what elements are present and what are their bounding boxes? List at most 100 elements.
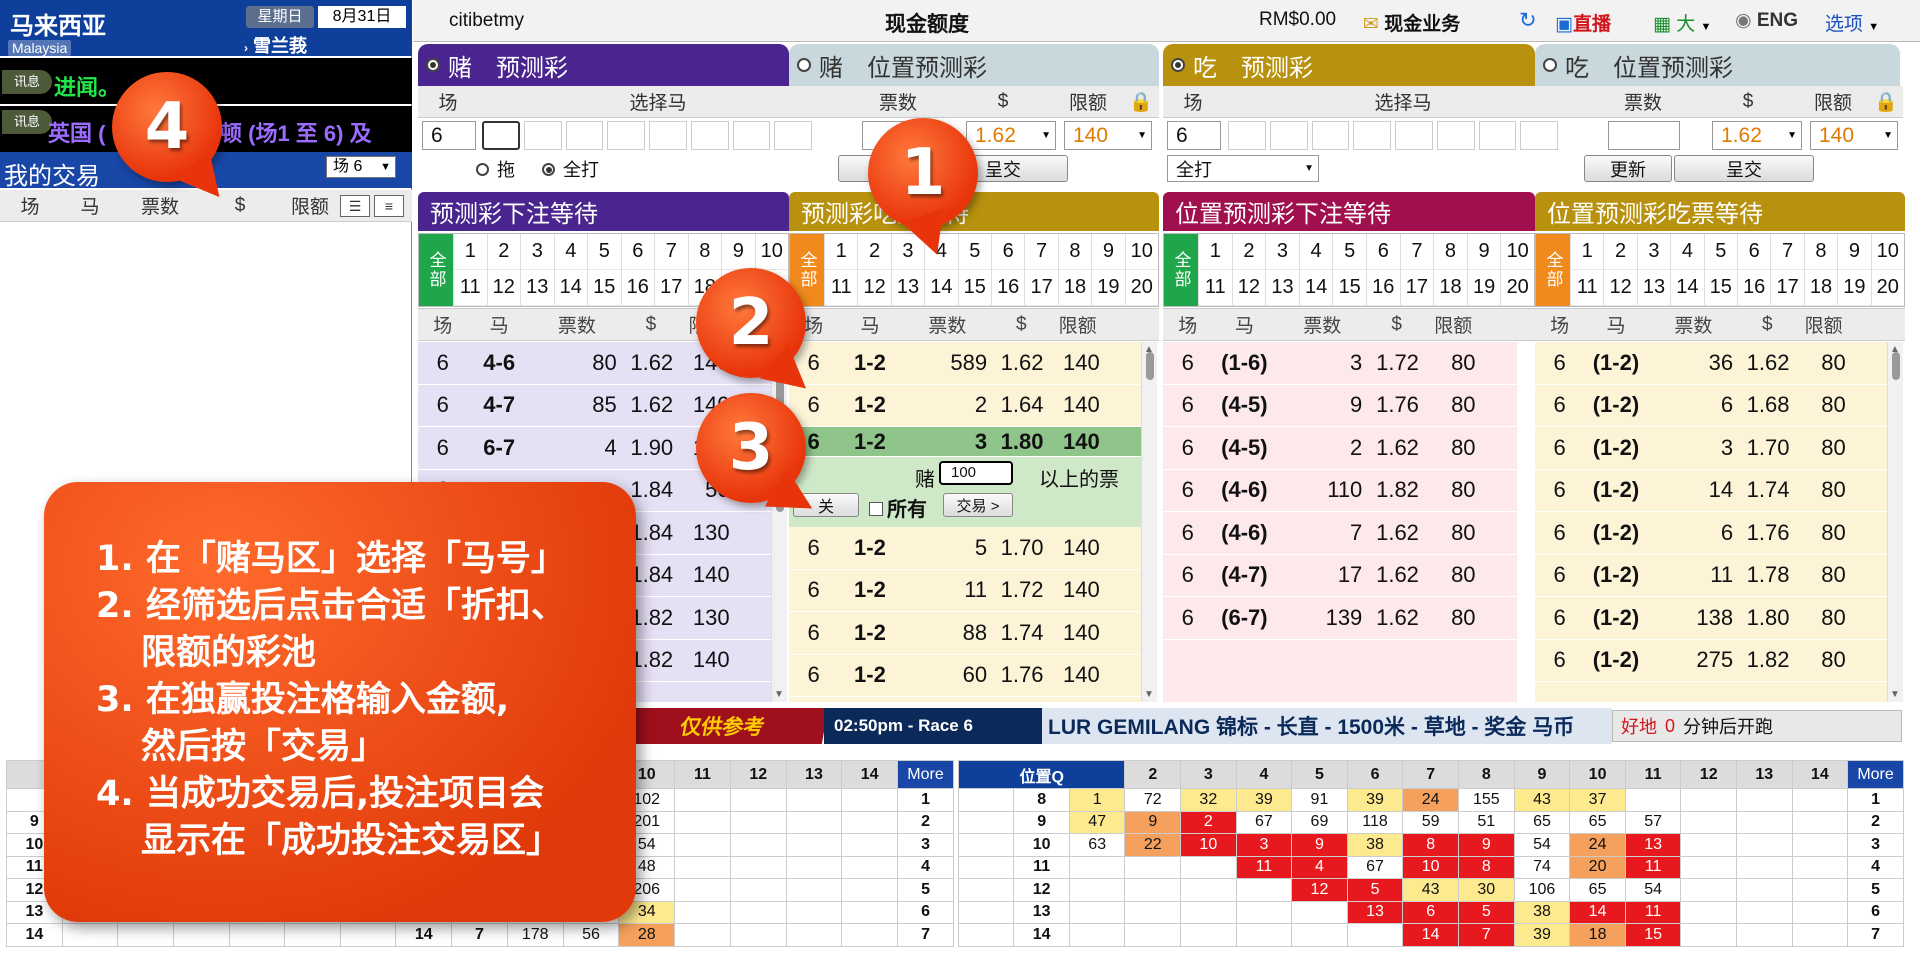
matrix-cell[interactable]: 22 xyxy=(1124,833,1182,857)
matrix-cell[interactable] xyxy=(1068,855,1126,879)
matrix-cell[interactable]: 65 xyxy=(1569,810,1626,834)
matrix-cell[interactable] xyxy=(729,833,787,857)
filter-number-10[interactable]: 10 xyxy=(754,234,788,270)
lock-icon[interactable]: 🔒 xyxy=(1873,90,1899,114)
table-row[interactable]: 6 1-2 11 1.72 140 xyxy=(789,570,1141,612)
matrix-cell[interactable]: 2 xyxy=(1180,810,1237,834)
chevron-down-icon[interactable]: ▼ xyxy=(1890,689,1900,700)
matrix-cell[interactable]: 178 xyxy=(506,923,564,947)
matrix-cell[interactable]: 67 xyxy=(1235,810,1293,834)
filter-number-1[interactable]: 1 xyxy=(824,234,858,270)
matrix-cell[interactable]: 43 xyxy=(1402,878,1459,902)
matrix-cell[interactable]: 28 xyxy=(618,923,676,947)
live-button[interactable]: ▣直播 xyxy=(1555,9,1611,36)
table-row[interactable]: 6 (1-2) 14 1.74 80 xyxy=(1535,470,1887,512)
filter-number-8[interactable]: 8 xyxy=(1803,234,1838,270)
matrix-cell[interactable] xyxy=(785,878,843,902)
filter-all-button[interactable]: 全部 xyxy=(1536,234,1570,306)
matrix-cell[interactable]: 91 xyxy=(1291,788,1348,812)
filter-number-18[interactable]: 18 xyxy=(1057,270,1092,306)
matrix-cell[interactable]: 8 xyxy=(1457,855,1515,879)
matrix-cell[interactable] xyxy=(1291,900,1348,924)
matrix-cell[interactable] xyxy=(841,810,899,834)
matrix-cell[interactable]: 4 xyxy=(1291,855,1348,879)
matrix-cell[interactable]: 72 xyxy=(1124,788,1182,812)
tab-bet-forecast[interactable]: 赌 预测彩 xyxy=(418,44,789,86)
matrix-cell[interactable] xyxy=(1791,855,1849,879)
matrix-cell[interactable] xyxy=(729,923,787,947)
quick-trade-amount-input[interactable]: 100 xyxy=(939,461,1013,485)
matrix-cell[interactable]: 11 xyxy=(1235,855,1293,879)
matrix-cell[interactable] xyxy=(1680,810,1737,834)
table-row[interactable]: 6 1-2 589 1.62 140 xyxy=(789,342,1141,385)
horse-slot[interactable] xyxy=(523,121,562,150)
horse-slot[interactable] xyxy=(565,121,604,150)
table-row[interactable]: 6 (1-2) 138 1.80 80 xyxy=(1535,597,1887,640)
horse-slot[interactable] xyxy=(1436,121,1475,150)
eat-update-button[interactable]: 更新 xyxy=(1584,155,1672,182)
matrix-cell[interactable]: 10 xyxy=(1180,833,1237,857)
matrix-cell[interactable] xyxy=(674,788,731,812)
matrix-cell[interactable] xyxy=(1180,878,1237,902)
matrix-cell[interactable]: 10 xyxy=(1402,855,1459,879)
filter-number-7[interactable]: 7 xyxy=(654,234,688,270)
matrix-cell[interactable] xyxy=(841,923,899,947)
matrix-cell[interactable] xyxy=(1624,788,1682,812)
filter-number-5[interactable]: 5 xyxy=(587,234,621,270)
matrix-cell[interactable] xyxy=(785,855,843,879)
filter-number-14[interactable]: 14 xyxy=(553,270,587,306)
filter-number-1[interactable]: 1 xyxy=(1198,234,1232,270)
matrix-cell[interactable] xyxy=(674,833,731,857)
matrix-cell[interactable] xyxy=(1235,900,1293,924)
filter-number-16[interactable]: 16 xyxy=(1365,270,1400,306)
horse-slot[interactable] xyxy=(774,121,813,150)
matrix-cell[interactable] xyxy=(674,923,731,947)
filter-number-13[interactable]: 13 xyxy=(520,270,554,306)
matrix-cell[interactable] xyxy=(1735,900,1793,924)
horse-slot[interactable] xyxy=(1228,121,1266,150)
eat-price-select[interactable]: 1.62 ▼ xyxy=(1712,121,1802,150)
matrix-cell[interactable] xyxy=(1791,900,1849,924)
matrix-cell[interactable] xyxy=(841,855,899,879)
filter-number-20[interactable]: 20 xyxy=(1870,270,1904,306)
matrix-cell[interactable]: 7 xyxy=(1457,923,1515,947)
filter-number-9[interactable]: 9 xyxy=(1837,234,1871,270)
matrix-cell[interactable]: 11 xyxy=(1624,900,1682,924)
filter-number-16[interactable]: 16 xyxy=(620,270,654,306)
table-row[interactable]: 6 1-2 5 1.70 140 xyxy=(789,527,1141,570)
matrix-cell[interactable] xyxy=(339,923,397,947)
matrix-cell[interactable] xyxy=(1291,923,1348,947)
chevron-up-icon[interactable]: ▲ xyxy=(1890,344,1900,355)
matrix-cell[interactable] xyxy=(1124,923,1182,947)
scrollbar-thumb[interactable] xyxy=(1146,352,1154,380)
more-button[interactable]: More xyxy=(897,760,954,789)
matrix-cell[interactable]: 1 xyxy=(1068,788,1126,812)
matrix-cell[interactable] xyxy=(1791,788,1849,812)
filter-number-15[interactable]: 15 xyxy=(587,270,621,306)
matrix-cell[interactable] xyxy=(729,900,787,924)
matrix-cell[interactable] xyxy=(1180,855,1237,879)
matrix-cell[interactable]: 54 xyxy=(1513,833,1571,857)
matrix-cell[interactable]: 3 xyxy=(1235,833,1293,857)
matrix-cell[interactable] xyxy=(1124,855,1182,879)
matrix-cell[interactable] xyxy=(674,900,731,924)
matrix-cell[interactable] xyxy=(729,855,787,879)
matrix-cell[interactable] xyxy=(841,878,899,902)
matrix-cell[interactable]: 118 xyxy=(1346,810,1404,834)
matrix-cell[interactable]: 9 xyxy=(1291,833,1348,857)
matrix-cell[interactable]: 13 xyxy=(1624,833,1682,857)
matrix-cell[interactable] xyxy=(1068,900,1126,924)
horse-slot[interactable] xyxy=(1269,121,1308,150)
filter-number-9[interactable]: 9 xyxy=(1091,234,1125,270)
tab-eat-place[interactable]: 吃 位置预测彩 xyxy=(1535,44,1900,86)
matrix-cell[interactable] xyxy=(172,923,230,947)
filter-number-8[interactable]: 8 xyxy=(1057,234,1092,270)
matrix-cell[interactable]: 32 xyxy=(1180,788,1237,812)
filter-number-13[interactable]: 13 xyxy=(1636,270,1671,306)
matrix-cell[interactable] xyxy=(785,810,843,834)
filter-number-15[interactable]: 15 xyxy=(1332,270,1366,306)
matrix-cell[interactable] xyxy=(1735,923,1793,947)
filter-number-20[interactable]: 20 xyxy=(1500,270,1534,306)
filter-number-6[interactable]: 6 xyxy=(991,234,1025,270)
table-row[interactable]: 6 1-2 60 1.76 140 xyxy=(789,655,1141,697)
